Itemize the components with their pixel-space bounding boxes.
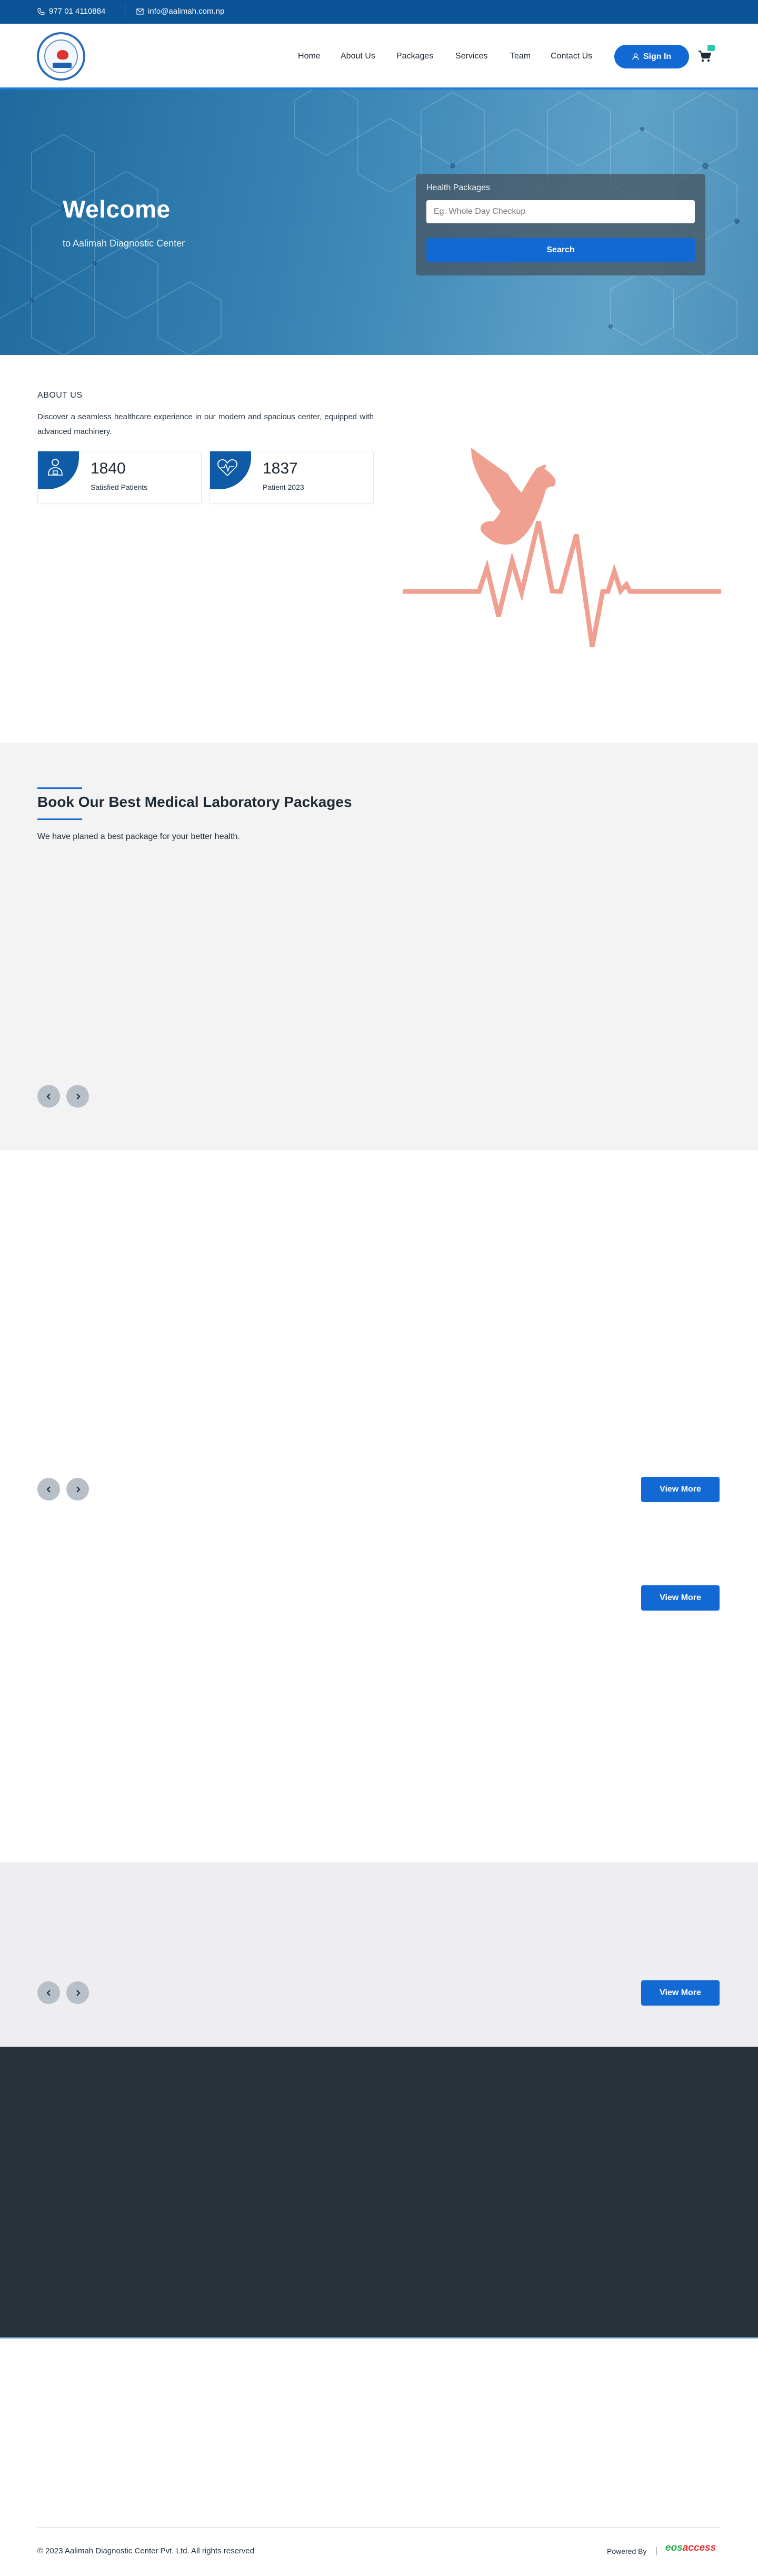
hero-subtitle: to Aalimah Diagnostic Center xyxy=(63,238,185,249)
heart-icon xyxy=(217,459,237,477)
logo-seal xyxy=(44,40,78,73)
chevron-left-icon xyxy=(46,1989,51,1996)
carousel-prev-button[interactable] xyxy=(37,1085,60,1108)
chevron-left-icon xyxy=(46,1486,51,1493)
stat-caption: Patient 2023 xyxy=(263,483,304,491)
packages-title: Book Our Best Medical Laboratory Package… xyxy=(37,794,352,810)
top-bar: 977 01 4110884 info@aalimah.com.np xyxy=(0,0,758,24)
logo-bird-icon xyxy=(57,50,68,60)
divider xyxy=(656,2547,657,2555)
sign-in-label: Sign In xyxy=(643,52,672,61)
carousel-prev-button[interactable] xyxy=(37,1981,60,2004)
dark-section xyxy=(0,2047,758,2338)
eos-access-logo[interactable]: eosaccess xyxy=(665,2542,716,2554)
stat-badge xyxy=(38,451,79,489)
logo[interactable] xyxy=(37,32,85,81)
carousel-next-button[interactable] xyxy=(66,1085,89,1108)
logo-banner xyxy=(53,63,72,68)
nav-services[interactable]: Services xyxy=(455,52,487,61)
hero-banner: Welcome to Aalimah Diagnostic Center Hea… xyxy=(0,90,758,355)
carousel-prev-button[interactable] xyxy=(37,1478,60,1501)
header: Home About Us Packages Services Team Con… xyxy=(0,24,758,90)
stat-card-patients: 1840 Satisfied Patients xyxy=(37,451,202,504)
search-label: Health Packages xyxy=(426,183,490,192)
nav-team[interactable]: Team xyxy=(510,52,531,61)
view-more-button[interactable]: View More xyxy=(641,1980,720,2006)
patient-icon xyxy=(48,459,63,476)
stat-caption: Satisfied Patients xyxy=(91,483,148,491)
carousel-next-button[interactable] xyxy=(66,1981,89,2004)
eagle-heartbeat-illustration xyxy=(403,448,721,647)
user-icon xyxy=(632,53,639,60)
cart-count-badge xyxy=(707,45,715,51)
about-heading: ABOUT US xyxy=(37,391,83,400)
mail-icon xyxy=(136,8,144,15)
package-search-input[interactable] xyxy=(426,200,695,223)
about-description: Discover a seamless healthcare experienc… xyxy=(37,412,374,436)
cart-icon[interactable] xyxy=(698,50,712,63)
packages-section: Book Our Best Medical Laboratory Package… xyxy=(0,743,758,1150)
carousel-next-button[interactable] xyxy=(66,1478,89,1501)
stat-card-patients-2023: 1837 Patient 2023 xyxy=(210,451,374,504)
chevron-right-icon xyxy=(76,1093,81,1100)
logo-text-eos: eos xyxy=(665,2542,683,2553)
chevron-left-icon xyxy=(46,1093,51,1100)
chevron-right-icon xyxy=(76,1989,81,1996)
view-more-button[interactable]: View More xyxy=(641,1477,720,1502)
accent-line xyxy=(37,787,82,789)
email-contact[interactable]: info@aalimah.com.np xyxy=(136,7,224,16)
nav-contact-us[interactable]: Contact Us xyxy=(551,52,592,61)
email-text: info@aalimah.com.np xyxy=(148,7,225,16)
packages-subtitle: We have planed a best package for your b… xyxy=(37,832,240,841)
powered-by-label: Powered By xyxy=(607,2547,647,2555)
phone-icon xyxy=(37,7,45,15)
sign-in-button[interactable]: Sign In xyxy=(614,45,689,68)
carousel-section: View More xyxy=(0,1862,758,2047)
stat-badge xyxy=(210,451,251,489)
hero-title: Welcome xyxy=(63,195,171,223)
accent-line xyxy=(37,818,82,820)
copyright-text: © 2023 Aalimah Diagnostic Center Pvt. Lt… xyxy=(37,2547,255,2555)
phone-contact[interactable]: 977 01 4110884 xyxy=(37,7,105,16)
package-search-panel: Health Packages Search xyxy=(416,174,705,275)
phone-text: 977 01 4110884 xyxy=(49,7,106,16)
stat-number: 1837 xyxy=(263,460,298,477)
search-button[interactable]: Search xyxy=(426,238,695,262)
nav-home[interactable]: Home xyxy=(298,52,321,61)
chevron-right-icon xyxy=(76,1486,81,1493)
view-more-button[interactable]: View More xyxy=(641,1585,720,1611)
stat-number: 1840 xyxy=(91,460,126,477)
nav-packages[interactable]: Packages xyxy=(396,52,433,61)
nav-about-us[interactable]: About Us xyxy=(341,52,375,61)
logo-text-access: access xyxy=(682,2542,716,2553)
